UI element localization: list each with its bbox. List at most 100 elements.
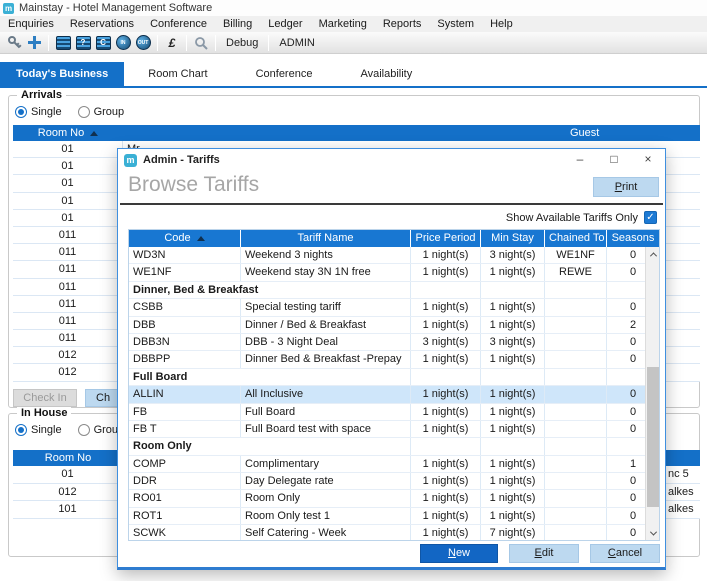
cell-room-no: 012: [13, 484, 123, 501]
cell-min-stay: 1 night(s): [481, 386, 545, 402]
tariff-row[interactable]: FB TFull Board test with space1 night(s)…: [129, 421, 659, 438]
tariffs-col-seasons[interactable]: Seasons: [607, 230, 659, 247]
new-button[interactable]: New: [420, 544, 498, 563]
conference-icon[interactable]: C: [94, 34, 112, 52]
dialog-logo-icon: m: [124, 154, 137, 167]
room-list-icon[interactable]: [54, 34, 72, 52]
arrivals-col-guest: Guest: [570, 125, 599, 141]
check-in-icon[interactable]: IN: [114, 34, 132, 52]
menu-item-enquiries[interactable]: Enquiries: [0, 16, 62, 32]
check-in-button[interactable]: Check In: [13, 389, 77, 407]
cell-tariff-name: Dinner Bed & Breakfast -Prepay: [241, 351, 411, 367]
billing-icon[interactable]: £: [163, 34, 181, 52]
cell-price-period: 1 night(s): [411, 264, 481, 280]
tab-availability[interactable]: Availability: [336, 62, 436, 86]
scroll-down-icon[interactable]: [646, 526, 660, 540]
arrivals-radio-group[interactable]: Group: [78, 106, 125, 118]
tariff-row[interactable]: ROT1Room Only test 11 night(s)1 night(s)…: [129, 508, 659, 525]
room-enquiry-icon[interactable]: ?: [74, 34, 92, 52]
minimize-button[interactable]: –: [563, 149, 597, 171]
cell-min-stay: 1 night(s): [481, 351, 545, 367]
menu-item-reservations[interactable]: Reservations: [62, 16, 142, 32]
dialog-heading: Browse Tariffs: [128, 173, 259, 197]
cell-group-label: Dinner, Bed & Breakfast: [129, 282, 411, 298]
search-icon[interactable]: [192, 34, 210, 52]
cell-code: WE1NF: [129, 264, 241, 280]
scrollbar-thumb[interactable]: [647, 367, 659, 507]
tariffs-col-chained-to[interactable]: Chained To: [545, 230, 607, 247]
tab-today-s-business[interactable]: Today's Business: [0, 62, 124, 86]
tariff-row[interactable]: COMPComplimentary1 night(s)1 night(s)1: [129, 456, 659, 473]
tariff-row[interactable]: DBBPPDinner Bed & Breakfast -Prepay 1 nig…: [129, 351, 659, 368]
tariff-row-group[interactable]: Full Board: [129, 369, 659, 386]
cell-code: ALLIN: [129, 386, 241, 402]
inhouse-radio-single[interactable]: Single: [15, 424, 62, 436]
cell-chained-to: [545, 282, 607, 298]
header-label: Price Period: [416, 232, 476, 244]
cell-room-no: 01: [13, 141, 123, 157]
cell-room-no: 101: [13, 501, 123, 518]
cell-room-no: 011: [13, 244, 123, 260]
menu-item-marketing[interactable]: Marketing: [311, 16, 375, 32]
tab-room-chart[interactable]: Room Chart: [124, 62, 231, 86]
cell-min-stay: 1 night(s): [481, 299, 545, 315]
header-label: Tariff Name: [297, 232, 353, 244]
arrivals-table-header[interactable]: Room No Guest: [13, 125, 700, 141]
cell-code: DDR: [129, 473, 241, 489]
cell-tariff-name: Room Only: [241, 490, 411, 506]
cell-price-period: 1 night(s): [411, 299, 481, 315]
room-enquiry-icon-glyph: ?: [76, 36, 91, 50]
tariffs-table-header[interactable]: Code Tariff Name Price Period Min StayChain…: [129, 230, 659, 247]
tariff-row[interactable]: WE1NFWeekend stay 3N 1N free1 night(s)1 …: [129, 264, 659, 281]
check-out-icon[interactable]: OUT: [134, 34, 152, 52]
arrivals-radio-single[interactable]: Single: [15, 106, 62, 118]
tariff-row[interactable]: DDRDay Delegate rate1 night(s)1 night(s)…: [129, 473, 659, 490]
tariff-row[interactable]: ALLINAll Inclusive1 night(s)1 night(s)0: [129, 386, 659, 403]
dialog-titlebar[interactable]: m Admin - Tariffs – □ ×: [118, 149, 665, 171]
tab-conference[interactable]: Conference: [232, 62, 337, 86]
tariff-row[interactable]: RO01Room Only1 night(s)1 night(s)0: [129, 490, 659, 507]
menu-item-ledger[interactable]: Ledger: [260, 16, 310, 32]
tariffs-col-code[interactable]: Code: [129, 230, 241, 247]
tariffs-col-min-stay[interactable]: Min Stay: [481, 230, 545, 247]
cell-chained-to: [545, 438, 607, 454]
cell-min-stay: [481, 369, 545, 385]
close-button[interactable]: ×: [631, 149, 665, 171]
menu-item-system[interactable]: System: [429, 16, 482, 32]
tariff-row[interactable]: WD3NWeekend 3 nights1 night(s)3 night(s)…: [129, 247, 659, 264]
cell-code: DBB: [129, 317, 241, 333]
tariffs-col-price-period[interactable]: Price Period: [411, 230, 481, 247]
tariff-row[interactable]: FBFull Board1 night(s)1 night(s)0: [129, 404, 659, 421]
cell-code: DBBPP: [129, 351, 241, 367]
menu-item-reports[interactable]: Reports: [375, 16, 430, 32]
tariff-row[interactable]: SCWKSelf Catering - Week1 night(s)7 nigh…: [129, 525, 659, 540]
tariff-row[interactable]: DBBDinner / Bed & Breakfast1 night(s)1 n…: [129, 317, 659, 334]
debug-button[interactable]: Debug: [220, 37, 264, 49]
scroll-up-icon[interactable]: [646, 247, 660, 261]
cell-room-no: 011: [13, 279, 123, 295]
tariff-row-group[interactable]: Dinner, Bed & Breakfast: [129, 282, 659, 299]
key-icon[interactable]: [5, 34, 23, 52]
show-available-checkbox[interactable]: ✓: [644, 211, 657, 224]
maximize-button[interactable]: □: [597, 149, 631, 171]
menu-item-billing[interactable]: Billing: [215, 16, 260, 32]
tariffs-col-tariff-name[interactable]: Tariff Name: [241, 230, 411, 247]
tariff-row-group[interactable]: Room Only: [129, 438, 659, 455]
cancel-button[interactable]: Cancel: [590, 544, 660, 563]
cell-chained-to: [545, 490, 607, 506]
add-icon[interactable]: [25, 34, 43, 52]
menu-item-conference[interactable]: Conference: [142, 16, 215, 32]
radio-selected-icon: [15, 106, 27, 118]
vertical-scrollbar[interactable]: [645, 247, 659, 540]
menu-item-help[interactable]: Help: [482, 16, 521, 32]
cell-price-period: 3 night(s): [411, 334, 481, 350]
cell-chained-to: [545, 473, 607, 489]
cell-chained-to: [545, 334, 607, 350]
print-button[interactable]: Print: [593, 177, 659, 197]
cell-room-no: 011: [13, 227, 123, 243]
edit-button[interactable]: Edit: [509, 544, 579, 563]
tariff-row[interactable]: CSBBSpecial testing tariff1 night(s)1 ni…: [129, 299, 659, 316]
cell-chained-to: WE1NF: [545, 247, 607, 263]
tariff-row[interactable]: DBB3NDBB - 3 Night Deal3 night(s)3 night…: [129, 334, 659, 351]
app-title: Mainstay - Hotel Management Software: [19, 2, 212, 14]
